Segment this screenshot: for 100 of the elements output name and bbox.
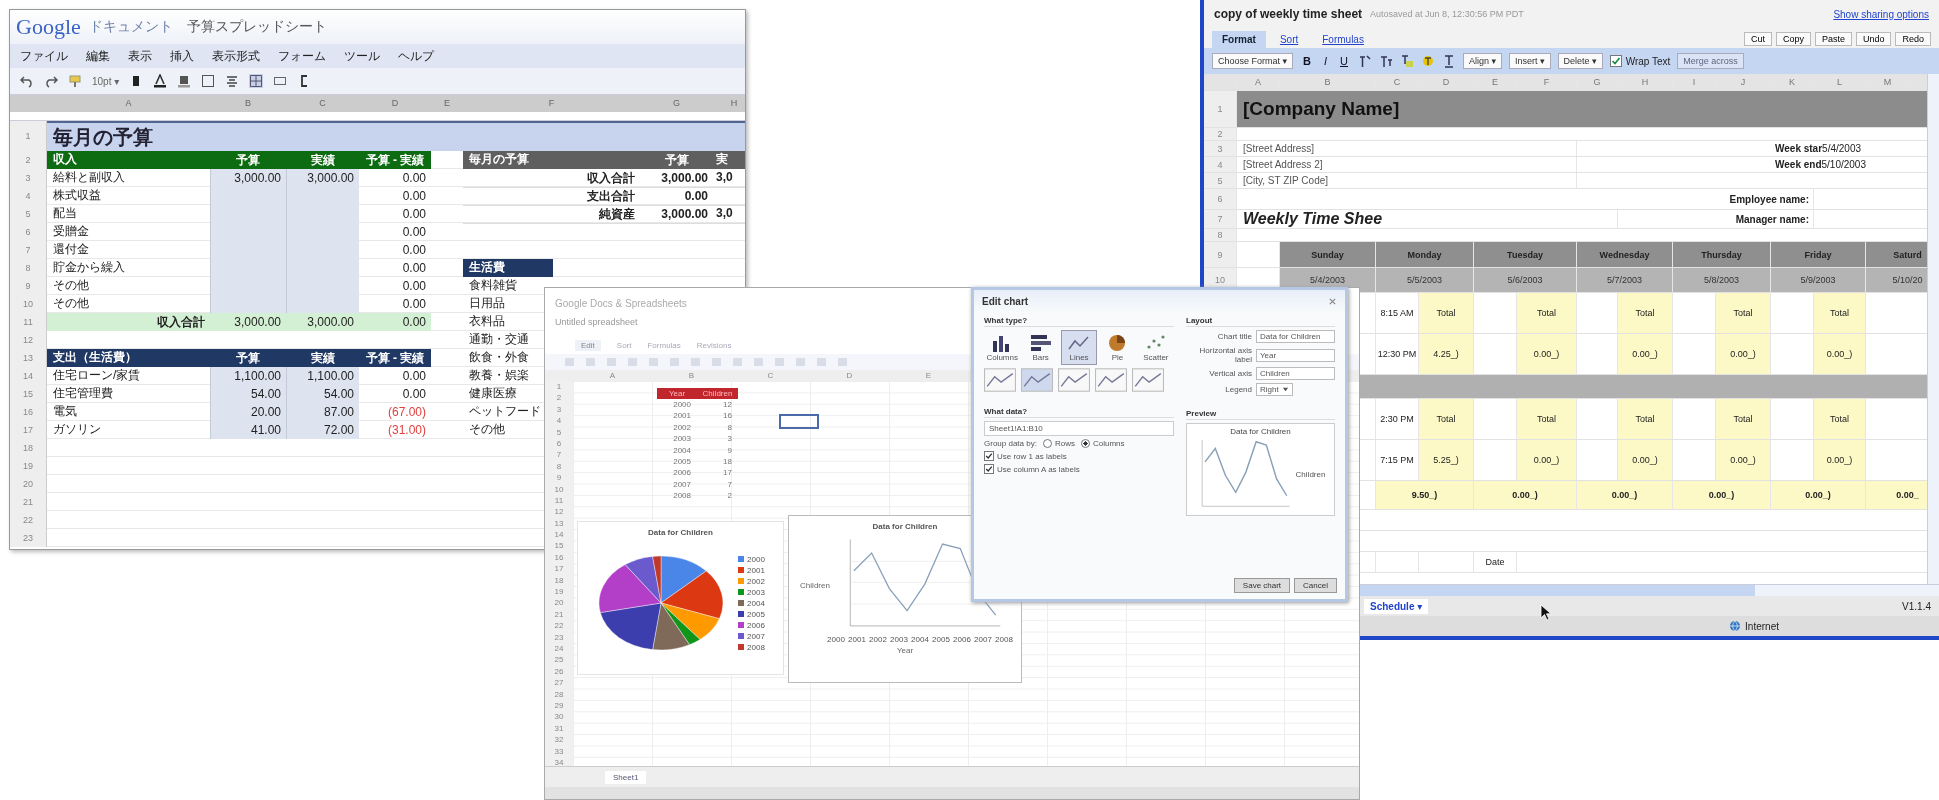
input-cell[interactable]: 1,100.00	[210, 367, 286, 385]
column-header[interactable]: A	[1237, 74, 1280, 90]
radio-button[interactable]	[1080, 439, 1090, 448]
borders-icon[interactable]	[201, 74, 216, 88]
paint-icon[interactable]	[68, 74, 82, 88]
menu-item[interactable]: ツール	[344, 47, 380, 65]
superscript-icon[interactable]	[1358, 54, 1372, 68]
column-header[interactable]: F	[463, 95, 640, 112]
column-header[interactable]: H	[713, 95, 745, 112]
column-header[interactable]: D	[359, 95, 431, 112]
column-header[interactable]: A	[47, 95, 210, 112]
tab[interactable]: Sort	[1269, 31, 1309, 48]
grid-icon[interactable]	[249, 74, 264, 88]
text-color-icon[interactable]	[153, 74, 168, 88]
chart-type-option[interactable]: Bars	[1022, 330, 1059, 365]
menu-item[interactable]: 編集	[86, 47, 110, 65]
legend-select[interactable]: Right	[1256, 383, 1293, 396]
column-header[interactable]: B	[210, 95, 286, 112]
input-cell[interactable]: 54.00	[286, 385, 359, 403]
font-size-select[interactable]: 10pt ▾	[92, 75, 120, 87]
column-header[interactable]: F	[1517, 74, 1577, 90]
underline-icon[interactable]	[1442, 54, 1456, 68]
column-header[interactable]: E	[431, 95, 463, 112]
column-header[interactable]: L	[1814, 74, 1866, 90]
column-header[interactable]: B	[1280, 74, 1376, 90]
input-cell[interactable]: 41.00	[210, 421, 286, 439]
checkbox[interactable]	[984, 464, 994, 474]
input-field[interactable]: Children	[1256, 367, 1335, 380]
edit-button[interactable]: Redo	[1895, 32, 1931, 46]
line-chart-icon[interactable]	[1058, 368, 1090, 392]
edit-button[interactable]: Undo	[1855, 32, 1892, 46]
tab[interactable]: Formulas	[1312, 31, 1374, 48]
menu-item[interactable]: フォーム	[278, 47, 326, 65]
column-header[interactable]: E	[1474, 74, 1517, 90]
toolbar-menu[interactable]: Delete ▾	[1557, 53, 1603, 69]
input-cell[interactable]: 1,100.00	[286, 367, 359, 385]
chart-type-option[interactable]: Pie	[1099, 330, 1136, 365]
chart-type-option[interactable]: Lines	[1060, 330, 1098, 365]
line-chart-icon[interactable]	[984, 368, 1016, 392]
font-size-icon[interactable]	[1379, 54, 1393, 68]
checkbox[interactable]	[984, 451, 994, 461]
checkbox[interactable]	[1609, 55, 1622, 67]
input-cell[interactable]: 20.00	[210, 403, 286, 421]
menu-item[interactable]: 挿入	[170, 47, 194, 65]
column-header[interactable]: J	[1716, 74, 1771, 90]
merge-icon[interactable]	[273, 74, 288, 88]
tab[interactable]: Format	[1212, 31, 1266, 48]
align-icon[interactable]	[225, 74, 240, 88]
line-chart-icon[interactable]	[1132, 368, 1164, 392]
input-cell[interactable]: 54.00	[210, 385, 286, 403]
column-header[interactable]: G	[1577, 74, 1618, 90]
selected-cell[interactable]	[779, 414, 819, 429]
radio-option[interactable]: Columns	[1080, 439, 1125, 448]
radio-option[interactable]: Rows	[1042, 439, 1075, 448]
column-header[interactable]: G	[640, 95, 713, 112]
undo-icon[interactable]	[20, 74, 34, 88]
toolbar-menu[interactable]: Insert ▾	[1509, 53, 1551, 69]
highlight-icon[interactable]	[1421, 54, 1435, 68]
radio-button[interactable]	[1042, 439, 1052, 448]
dialog-button[interactable]: Cancel	[1294, 578, 1337, 593]
edit-button[interactable]: Paste	[1814, 32, 1852, 46]
menu-item[interactable]: 表示	[128, 47, 152, 65]
menu-item[interactable]: ファイル	[20, 47, 68, 65]
input-cell[interactable]: 72.00	[286, 421, 359, 439]
input-field[interactable]: Data for Children	[1256, 330, 1335, 343]
dialog-button[interactable]: Save chart	[1233, 578, 1291, 593]
sheet-tab[interactable]: Sheet1	[605, 770, 647, 784]
input-cell[interactable]: 87.00	[286, 403, 359, 421]
menu-item[interactable]: ヘルプ	[398, 47, 434, 65]
line-chart-icon[interactable]	[1021, 368, 1053, 392]
redo-icon[interactable]	[44, 74, 58, 88]
vertical-scrollbar[interactable]	[1927, 74, 1939, 584]
text-color-icon[interactable]	[1400, 54, 1414, 68]
input-cell[interactable]	[286, 295, 359, 313]
edit-button[interactable]: Copy	[1775, 32, 1811, 46]
input-field[interactable]: Year	[1256, 348, 1335, 362]
fill-color-icon[interactable]	[177, 74, 192, 88]
input-cell[interactable]	[210, 295, 286, 313]
column-header[interactable]: K	[1771, 74, 1814, 90]
format-menu[interactable]: Choose Format ▾	[1212, 53, 1294, 69]
chart-type-option[interactable]: Scatter	[1137, 330, 1175, 365]
checkbox-option[interactable]: Use row 1 as labels	[984, 451, 1174, 461]
style-button[interactable]: U	[1337, 55, 1351, 67]
menu-item[interactable]: 表示形式	[212, 47, 260, 65]
wrap-text-checkbox[interactable]: Wrap Text	[1609, 55, 1671, 67]
column-header[interactable]: C	[286, 95, 359, 112]
sheet-tab[interactable]: Schedule ▾	[1364, 598, 1429, 614]
close-icon[interactable]	[1328, 296, 1337, 306]
column-header[interactable]: H	[1618, 74, 1673, 90]
toolbar-menu[interactable]: Align ▾	[1463, 53, 1503, 69]
column-header[interactable]: M	[1866, 74, 1910, 90]
range-field[interactable]: Sheet1!A1:B10	[984, 421, 1174, 436]
sharing-link[interactable]: Show sharing options	[1833, 8, 1929, 20]
line-chart-icon[interactable]	[1095, 368, 1127, 392]
checkbox-option[interactable]: Use column A as labels	[984, 464, 1174, 474]
style-button[interactable]: B	[1300, 55, 1314, 67]
column-header[interactable]: D	[1419, 74, 1474, 90]
style-button[interactable]: I	[1321, 55, 1331, 67]
column-header[interactable]: C	[1376, 74, 1419, 90]
chart-type-option[interactable]: Columns	[984, 330, 1021, 365]
